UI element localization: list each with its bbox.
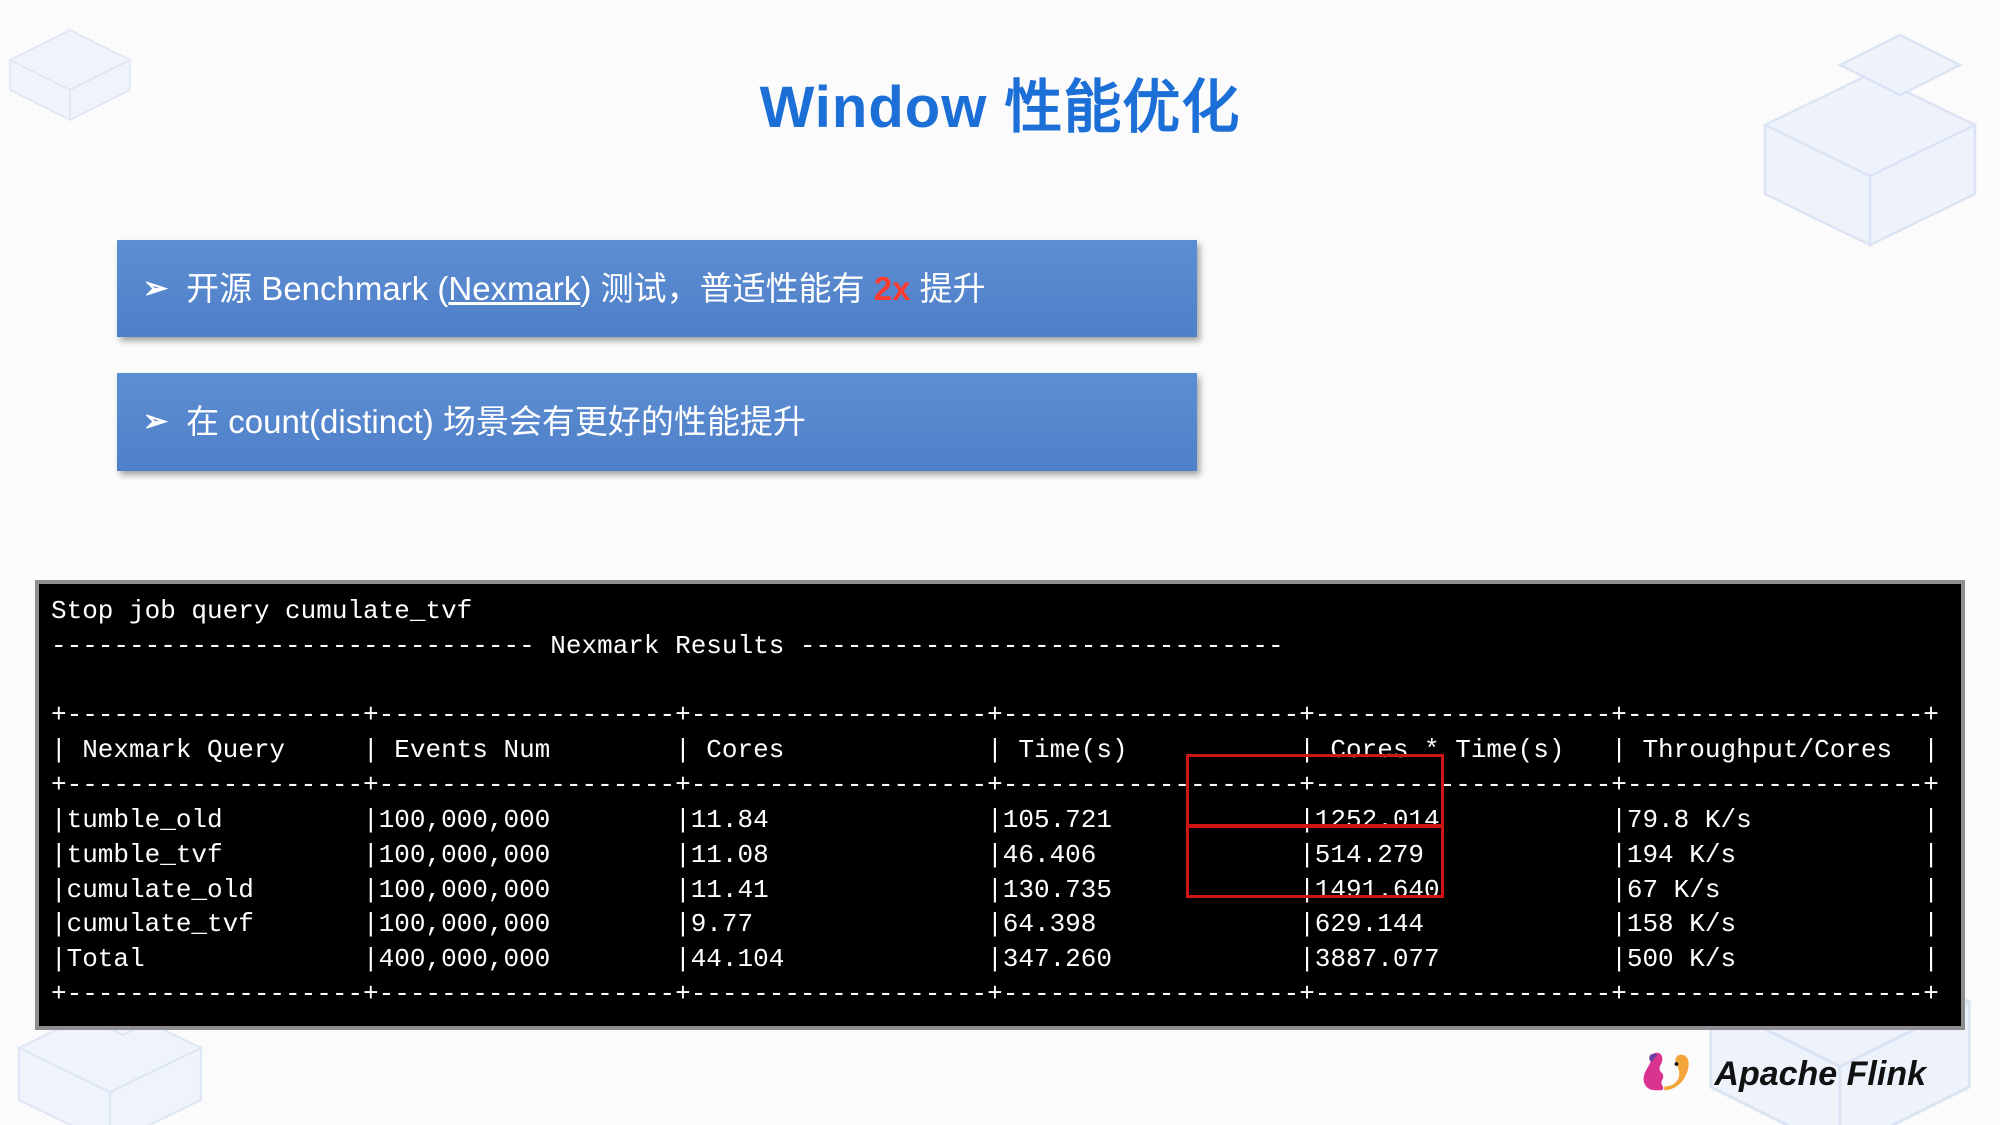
bullet-1-text-pre: 开源 Benchmark (: [186, 270, 448, 307]
bullet-arrow-icon: ➢: [143, 270, 168, 308]
terminal-output: Stop job query cumulate_tvf ------------…: [35, 580, 1965, 1030]
brand-label: Apache Flink: [1714, 1055, 1926, 1094]
bullet-list: ➢ 开源 Benchmark (Nexmark) 测试，普适性能有 2x 提升 …: [117, 240, 1197, 507]
terminal-data-row: |cumulate_tvf |100,000,000 |9.77 |64.398…: [51, 909, 1939, 939]
terminal-data-row: |tumble_tvf |100,000,000 |11.08 |46.406 …: [51, 840, 1939, 870]
bullet-arrow-icon: ➢: [143, 403, 168, 441]
terminal-data-row: |tumble_old |100,000,000 |11.84 |105.721…: [51, 805, 1939, 835]
slide-title: Window 性能优化: [0, 60, 2000, 144]
terminal-line: Stop job query cumulate_tvf: [51, 596, 472, 626]
terminal-data-row: |cumulate_old |100,000,000 |11.41 |130.7…: [51, 875, 1939, 905]
bullet-2: ➢ 在 count(distinct) 场景会有更好的性能提升: [117, 373, 1197, 470]
bullet-1-text-post: 提升: [910, 270, 985, 307]
bullet-1: ➢ 开源 Benchmark (Nexmark) 测试，普适性能有 2x 提升: [117, 240, 1197, 337]
bullet-1-link-nexmark[interactable]: Nexmark: [448, 270, 580, 307]
terminal-line: ------------------------------- Nexmark …: [51, 631, 1284, 661]
bullet-1-highlight-2x: 2x: [874, 270, 911, 307]
bullet-2-text: 在 count(distinct) 场景会有更好的性能提升: [186, 401, 806, 442]
flink-squirrel-icon: [1638, 1049, 1698, 1099]
terminal-line: +-------------------+-------------------…: [51, 700, 1939, 730]
terminal-data-row: |Total |400,000,000 |44.104 |347.260 |38…: [51, 944, 1939, 974]
terminal-header-row: | Nexmark Query | Events Num | Cores | T…: [51, 735, 1939, 765]
bullet-1-text-mid: ) 测试，普适性能有: [580, 270, 873, 307]
terminal-line: +-------------------+-------------------…: [51, 979, 1939, 1009]
brand-footer: Apache Flink: [1638, 1049, 1926, 1099]
terminal-line: +-------------------+-------------------…: [51, 770, 1939, 800]
